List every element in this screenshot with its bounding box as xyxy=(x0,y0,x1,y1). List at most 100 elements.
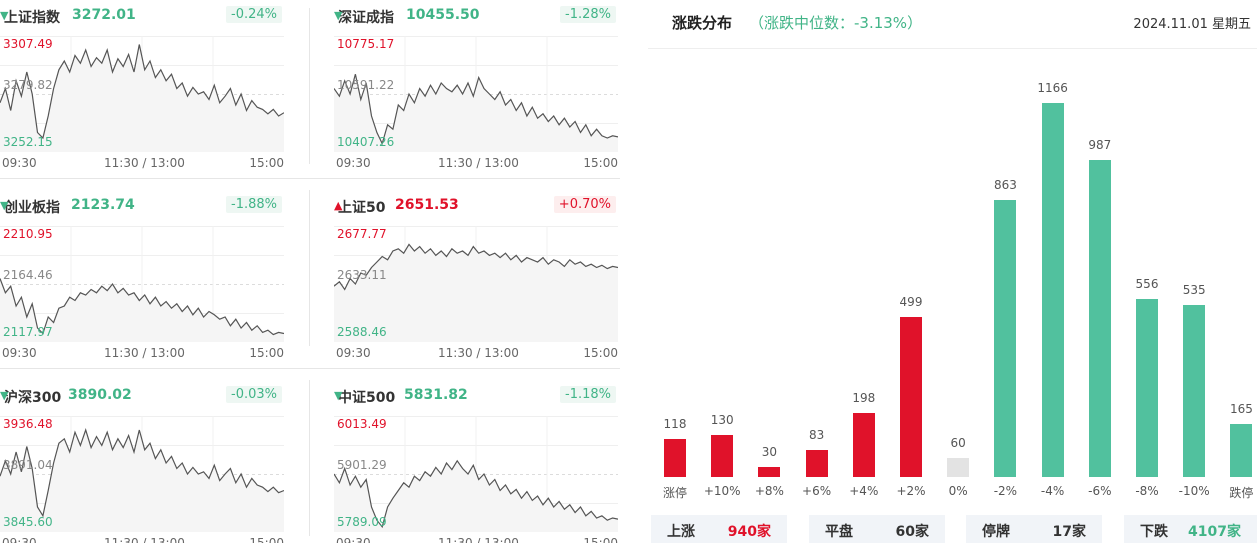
distribution-bar[interactable] xyxy=(900,316,922,477)
time-start: 09:30 xyxy=(2,156,37,170)
index-price: 2123.74 xyxy=(71,197,135,213)
axis-high-value: 2677.77 xyxy=(337,227,387,241)
column-divider xyxy=(309,380,310,536)
rise-fall-distribution-panel: 涨跌分布 （涨跌中位数：-3.13%） 2024.11.01 星期五 118 涨停… xyxy=(648,0,1257,543)
axis-low-value: 2588.46 xyxy=(337,325,387,339)
index-name: 上证50 xyxy=(338,200,386,216)
distribution-bar[interactable] xyxy=(1230,424,1253,477)
axis-low-value: 5789.09 xyxy=(337,515,387,529)
summary-value: 17家 xyxy=(1052,524,1086,540)
summary-cell: 停牌 17家 xyxy=(966,515,1102,543)
arrow-up-icon: ▲ xyxy=(334,199,343,212)
bar-category-label: 0% xyxy=(948,484,968,498)
change-percent-badge: +0.70% xyxy=(553,196,616,213)
index-card[interactable]: 上证指数 3272.01 ▼ -0.24% 3307.49 3279.82 3252.15 0… xyxy=(0,0,286,170)
distribution-bar[interactable] xyxy=(664,439,686,477)
row-divider xyxy=(0,178,620,179)
bar-value-label: 30 xyxy=(761,445,778,460)
time-mid: 11:30 / 13:00 xyxy=(438,536,519,543)
bar-value-label: 130 xyxy=(710,413,734,428)
summary-cell: 下跌 4107家 xyxy=(1124,515,1257,543)
bar-category-label: -8% xyxy=(1135,484,1159,498)
distribution-bar[interactable] xyxy=(994,200,1017,477)
axis-high-value: 10775.17 xyxy=(337,37,395,51)
index-price: 10455.50 xyxy=(406,7,480,23)
bar-category-label: +4% xyxy=(849,484,879,498)
bar-category-label: +2% xyxy=(896,484,926,498)
bar-value-label: 987 xyxy=(1088,138,1112,153)
bar-category-label: +10% xyxy=(703,484,741,498)
time-mid: 11:30 / 13:00 xyxy=(438,346,519,360)
axis-mid-value: 3891.04 xyxy=(3,458,53,472)
bar-value-label: 118 xyxy=(663,417,687,432)
time-mid: 11:30 / 13:00 xyxy=(104,156,185,170)
index-price: 5831.82 xyxy=(404,387,468,403)
summary-label: 上涨 xyxy=(667,524,695,540)
bar-value-label: 556 xyxy=(1135,276,1159,291)
distribution-bar[interactable] xyxy=(947,457,970,477)
summary-label: 停牌 xyxy=(982,524,1010,540)
index-card[interactable]: 上证50 2651.53 ▲ +0.70% 2677.77 2633.11 2588.46 0… xyxy=(334,190,620,360)
distribution-bar[interactable] xyxy=(758,467,781,477)
change-percent-badge: -1.18% xyxy=(560,386,616,403)
distribution-bar[interactable] xyxy=(1136,298,1158,477)
bar-value-label: 60 xyxy=(950,435,966,450)
axis-high-value: 6013.49 xyxy=(337,417,387,431)
time-start: 09:30 xyxy=(336,346,371,360)
change-percent-badge: -1.88% xyxy=(226,196,282,213)
change-percent-badge: -1.28% xyxy=(560,6,616,23)
title-divider xyxy=(648,48,1257,49)
distribution-bar[interactable] xyxy=(805,450,828,477)
axis-mid-value: 2633.11 xyxy=(337,268,387,282)
arrow-down-icon: ▼ xyxy=(0,389,9,402)
bar-value-label: 83 xyxy=(808,428,825,443)
axis-low-value: 10407.26 xyxy=(337,135,395,149)
bar-category-label: -6% xyxy=(1088,484,1112,498)
distribution-bar[interactable] xyxy=(1183,305,1206,477)
bar-value-label: 863 xyxy=(993,178,1017,193)
index-card[interactable]: 深证成指 10455.50 ▼ -1.28% 10775.17 10591.22 10407… xyxy=(334,0,620,170)
summary-value: 60家 xyxy=(895,524,929,540)
distribution-bar[interactable] xyxy=(711,435,734,477)
index-name: 深证成指 xyxy=(338,10,394,26)
bar-value-label: 198 xyxy=(852,391,876,406)
time-end: 15:00 xyxy=(249,346,284,360)
summary-label: 下跌 xyxy=(1140,524,1168,540)
index-price: 3272.01 xyxy=(72,7,136,23)
index-card[interactable]: 沪深300 3890.02 ▼ -0.03% 3936.48 3891.04 3845.60… xyxy=(0,380,286,543)
bar-category-label: 跌停 xyxy=(1229,486,1254,500)
axis-high-value: 3307.49 xyxy=(3,37,53,51)
axis-mid-value: 5901.29 xyxy=(337,458,387,472)
summary-label: 平盘 xyxy=(825,524,853,540)
axis-high-value: 3936.48 xyxy=(3,417,53,431)
time-start: 09:30 xyxy=(336,156,371,170)
bar-category-label: -10% xyxy=(1178,484,1210,498)
bar-value-label: 535 xyxy=(1182,283,1206,298)
time-start: 09:30 xyxy=(2,536,37,543)
arrow-down-icon: ▼ xyxy=(0,9,9,22)
index-name: 创业板指 xyxy=(4,200,60,216)
index-name: 上证指数 xyxy=(4,10,60,26)
change-percent-badge: -0.24% xyxy=(226,6,282,23)
axis-mid-value: 3279.82 xyxy=(3,78,53,92)
distribution-bar[interactable] xyxy=(1041,103,1064,477)
arrow-down-icon: ▼ xyxy=(334,9,343,22)
distribution-bar[interactable] xyxy=(852,413,875,477)
time-end: 15:00 xyxy=(583,536,618,543)
time-mid: 11:30 / 13:00 xyxy=(104,346,185,360)
arrow-down-icon: ▼ xyxy=(334,389,343,402)
distribution-title: 涨跌分布 xyxy=(672,14,733,32)
summary-cell: 上涨 940家 xyxy=(651,515,787,543)
bar-value-label: 165 xyxy=(1229,402,1253,417)
index-card[interactable]: 中证500 5831.82 ▼ -1.18% 6013.49 5901.29 5789.09… xyxy=(334,380,620,543)
row-divider xyxy=(0,368,620,369)
index-card[interactable]: 创业板指 2123.74 ▼ -1.88% 2210.95 2164.46 2117.97 0… xyxy=(0,190,286,360)
index-name: 沪深300 xyxy=(4,390,62,406)
bar-value-label: 1166 xyxy=(1037,81,1068,95)
change-percent-badge: -0.03% xyxy=(226,386,282,403)
time-end: 15:00 xyxy=(249,156,284,170)
time-end: 15:00 xyxy=(583,156,618,170)
index-price: 2651.53 xyxy=(395,197,459,213)
time-end: 15:00 xyxy=(249,536,284,543)
distribution-bar[interactable] xyxy=(1088,160,1111,477)
